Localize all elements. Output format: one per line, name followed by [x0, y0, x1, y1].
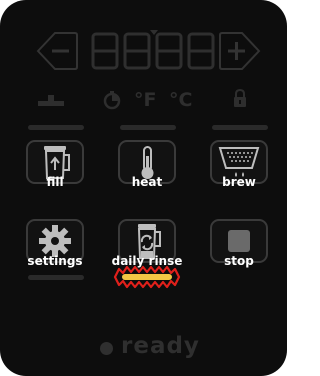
daily-rinse-active-indicator [113, 265, 181, 289]
timer-icon [103, 91, 121, 110]
lock-icon [234, 89, 246, 107]
digit-display: 8888 [90, 30, 218, 72]
control-panel: 8888 °F °C fill [0, 0, 287, 376]
minus-arrow-icon [36, 32, 78, 70]
settings-label: settings [27, 254, 83, 268]
ready-status: ready [121, 333, 200, 359]
celsius-indicator: °C [169, 89, 193, 111]
increment-button[interactable] [218, 29, 262, 73]
lid-indicator-bar [28, 125, 84, 130]
stop-label: stop [224, 254, 254, 268]
heat-label: heat [131, 175, 163, 189]
lock-indicator-bar [212, 125, 268, 130]
carafe-lid-icon [38, 95, 64, 106]
temp-indicator-bar [120, 125, 176, 130]
settings-indicator-bar [28, 275, 84, 280]
fahrenheit-indicator: °F [134, 89, 157, 111]
fill-label: fill [46, 175, 64, 189]
plus-arrow-icon [219, 32, 261, 70]
ready-indicator-dot [100, 342, 113, 355]
decrement-button[interactable] [35, 29, 79, 73]
brew-label: brew [222, 175, 256, 189]
